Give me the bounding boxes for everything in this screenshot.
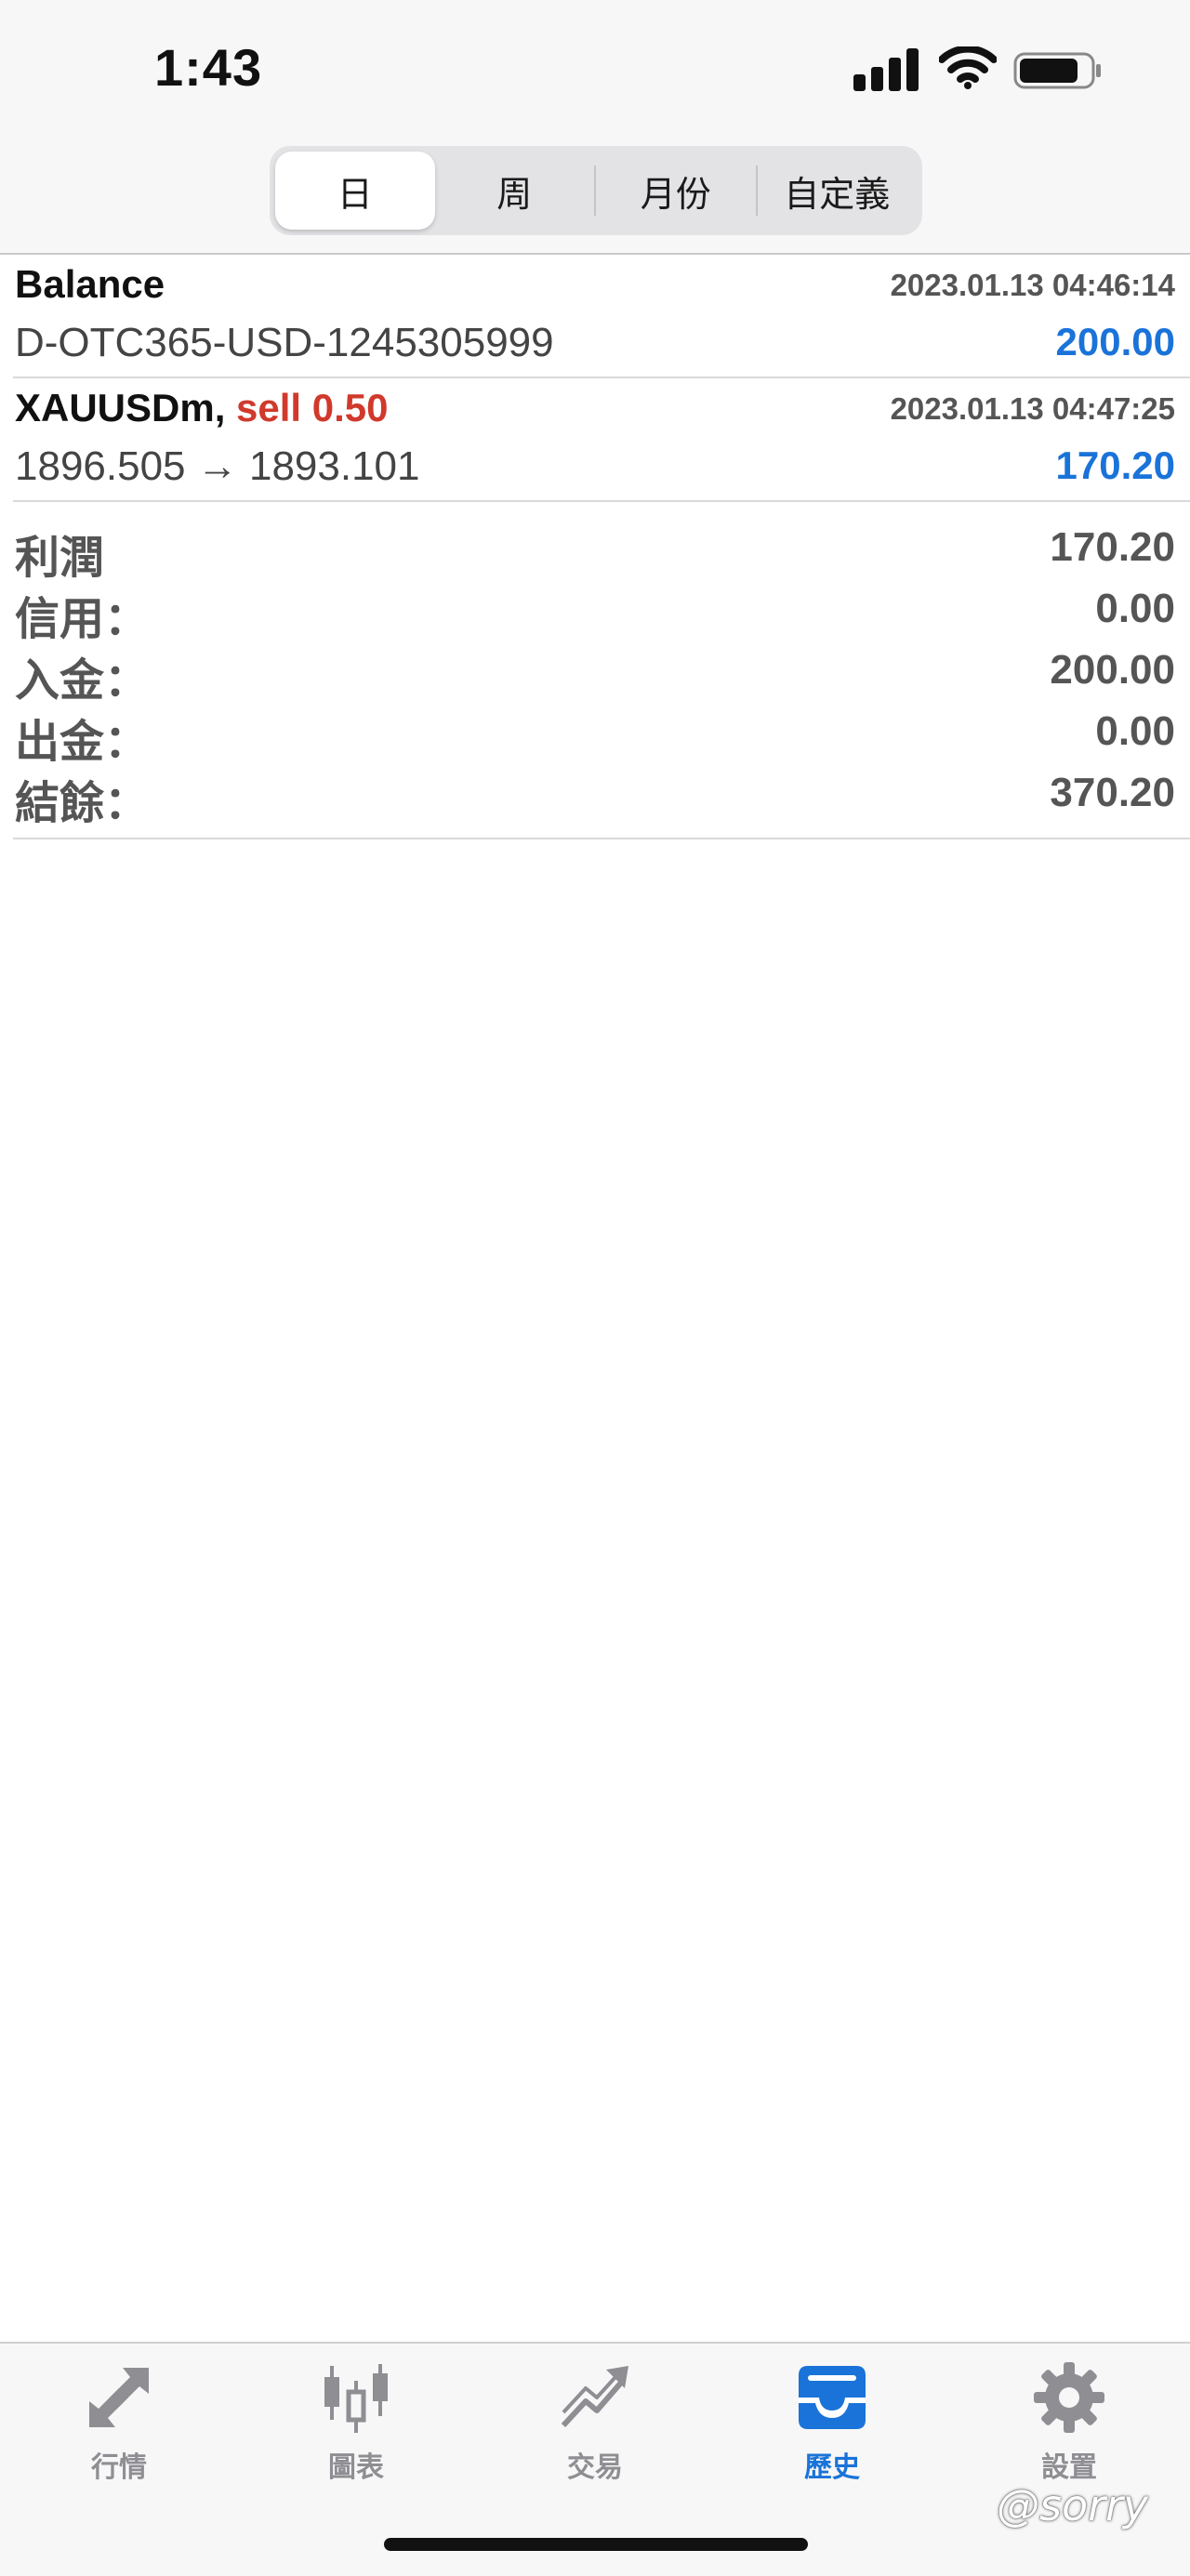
watermark: @sorry <box>997 2480 1149 2530</box>
segment-day[interactable]: 日 <box>275 152 435 230</box>
tab-charts[interactable]: 圖表 <box>282 2360 430 2500</box>
symbol-label: Balance <box>15 262 165 306</box>
history-list: Balance 2023.01.13 04:46:14 D-OTC365-USD… <box>0 255 1190 839</box>
trade-action-label: sell 0.50 <box>236 386 389 429</box>
tab-label: 交易 <box>567 2452 623 2483</box>
summary-label: 結餘： <box>15 779 150 828</box>
wifi-icon <box>939 46 997 89</box>
history-row-title: Balance <box>15 262 165 307</box>
segment-week[interactable]: 周 <box>435 152 595 230</box>
summary-row-balance: 結餘： 370.20 <box>13 766 1190 828</box>
trade-chart-icon <box>561 2366 628 2428</box>
symbol-label: XAUUSDm, <box>15 386 226 429</box>
summary-row-credit: 信用： 0.00 <box>13 582 1190 644</box>
summary-label: 利潤 <box>15 534 105 583</box>
cellular-signal-icon <box>853 45 920 91</box>
segment-label: 日 <box>337 175 373 215</box>
summary-value: 0.00 <box>1095 708 1175 754</box>
summary-row-profit: 利潤 170.20 <box>13 521 1190 583</box>
tab-trade[interactable]: 交易 <box>521 2360 669 2500</box>
history-row-title: XAUUSDm, sell 0.50 <box>15 386 389 430</box>
history-row-date: 2023.01.13 04:47:25 <box>890 391 1175 426</box>
history-row-date: 2023.01.13 04:46:14 <box>890 268 1175 302</box>
tab-quotes[interactable]: 行情 <box>45 2360 193 2500</box>
segment-label: 周 <box>496 175 533 215</box>
summary-row-deposit: 入金： 200.00 <box>13 643 1190 706</box>
history-row-amount: 170.20 <box>1055 443 1175 487</box>
period-segmented-control: 日 周 月份 自定義 <box>270 146 922 235</box>
history-row-trade[interactable]: XAUUSDm, sell 0.50 2023.01.13 04:47:25 1… <box>13 378 1190 502</box>
top-area: 1:43 日 周 月份 自定義 <box>0 0 1190 255</box>
status-icons <box>853 45 1104 95</box>
tab-label: 歷史 <box>804 2452 860 2483</box>
segment-month[interactable]: 月份 <box>596 152 756 230</box>
summary-label: 入金： <box>15 656 150 706</box>
summary-value: 370.20 <box>1050 770 1175 815</box>
summary-value: 200.00 <box>1050 647 1175 693</box>
summary-value: 0.00 <box>1095 586 1175 631</box>
summary-label: 信用： <box>15 595 150 644</box>
quotes-arrows-icon <box>89 2368 149 2427</box>
summary-label: 出金： <box>15 718 150 767</box>
summary-row-withdrawal: 出金： 0.00 <box>13 705 1190 767</box>
tab-settings[interactable]: 設置 <box>995 2360 1144 2500</box>
history-row-amount: 200.00 <box>1055 320 1175 363</box>
history-row-subtitle: D-OTC365-USD-1245305999 <box>15 320 554 365</box>
summary-block: 利潤 170.20 信用： 0.00 入金： 200.00 出金： 0.00 結… <box>13 502 1190 839</box>
candlestick-chart-icon <box>324 2364 388 2433</box>
history-row-subtitle: 1896.505 → 1893.101 <box>15 443 420 489</box>
tab-history[interactable]: 歷史 <box>758 2360 906 2500</box>
battery-icon <box>1013 52 1101 89</box>
summary-value: 170.20 <box>1050 524 1175 570</box>
segment-label: 月份 <box>640 175 711 215</box>
tab-label: 圖表 <box>328 2452 384 2483</box>
tab-label: 行情 <box>91 2452 147 2483</box>
gear-icon <box>1034 2362 1104 2433</box>
history-row-balance[interactable]: Balance 2023.01.13 04:46:14 D-OTC365-USD… <box>13 255 1190 378</box>
home-indicator[interactable] <box>384 2538 808 2551</box>
segment-label: 自定義 <box>784 175 891 215</box>
segment-custom[interactable]: 自定義 <box>758 152 918 230</box>
tab-label: 設置 <box>1041 2452 1097 2483</box>
history-inbox-icon <box>799 2366 866 2429</box>
status-time: 1:43 <box>154 38 263 97</box>
